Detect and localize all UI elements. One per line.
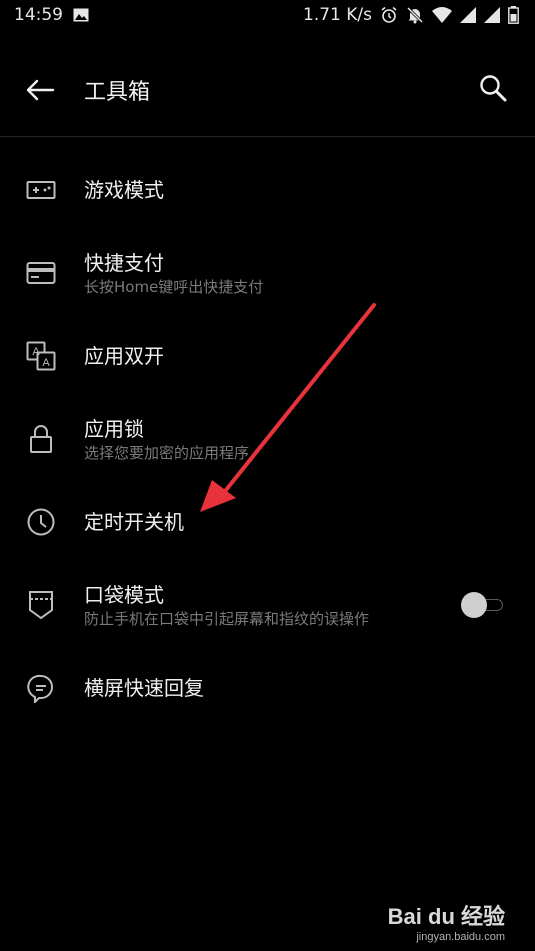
- wifi-icon: [432, 7, 452, 23]
- list-item-title: 应用双开: [84, 343, 164, 368]
- list-item-landscape-quick-reply[interactable]: 横屏快速回复: [0, 646, 535, 729]
- search-button[interactable]: [473, 70, 513, 110]
- clock-icon: [24, 505, 58, 539]
- list-item-title: 横屏快速回复: [84, 675, 204, 700]
- baidu-jingyan-watermark: Bai du 经验 jingyan.baidu.com: [388, 899, 505, 943]
- signal-icon: [460, 7, 476, 23]
- status-bar: 14:59 1.71 K/s: [0, 0, 535, 30]
- toolbox-list: 游戏模式 快捷支付 长按Home键呼出快捷支付 AA 应用双开 应用锁 选择您要…: [0, 148, 535, 729]
- list-item-scheduled-power[interactable]: 定时开关机: [0, 480, 535, 563]
- list-item-title: 快捷支付: [84, 250, 164, 275]
- signal-icon: [484, 7, 500, 23]
- list-item-pocket-mode[interactable]: 口袋模式 防止手机在口袋中引起屏幕和指纹的误操作: [0, 563, 535, 646]
- back-button[interactable]: [20, 72, 60, 112]
- list-item-title: 定时开关机: [84, 509, 184, 534]
- list-item-game-mode[interactable]: 游戏模式: [0, 148, 535, 231]
- page-title: 工具箱: [84, 80, 151, 105]
- status-time: 14:59: [14, 5, 63, 25]
- list-item-title: 应用锁: [84, 416, 144, 441]
- card-icon: [24, 256, 58, 290]
- list-item-subtitle: 选择您要加密的应用程序: [84, 443, 250, 462]
- toggle-thumb: [461, 591, 487, 618]
- mute-icon: [406, 6, 424, 24]
- pocket-icon: [24, 588, 58, 622]
- alarm-icon: [380, 6, 398, 24]
- translate-icon: AA: [24, 339, 58, 373]
- list-item-quick-pay[interactable]: 快捷支付 长按Home键呼出快捷支付: [0, 231, 535, 314]
- pocket-mode-toggle[interactable]: [461, 591, 503, 618]
- back-arrow-icon: [25, 79, 55, 105]
- svg-text:A: A: [32, 346, 40, 358]
- list-item-subtitle: 防止手机在口袋中引起屏幕和指纹的误操作: [84, 609, 370, 628]
- battery-icon: [508, 6, 519, 24]
- list-item-title: 口袋模式: [84, 582, 164, 607]
- lock-icon: [24, 422, 58, 456]
- list-item-dual-apps[interactable]: AA 应用双开: [0, 314, 535, 397]
- svg-text:A: A: [42, 357, 50, 369]
- watermark-logo: Bai du 经验: [387, 904, 505, 929]
- chat-bubble-icon: [24, 671, 58, 705]
- app-toolbar: 工具箱: [0, 44, 535, 137]
- list-item-app-lock[interactable]: 应用锁 选择您要加密的应用程序: [0, 397, 535, 480]
- list-item-title: 游戏模式: [84, 177, 164, 202]
- image-icon: [73, 8, 89, 22]
- list-item-subtitle: 长按Home键呼出快捷支付: [84, 277, 264, 296]
- gamepad-icon: [24, 173, 58, 207]
- net-speed: 1.71 K/s: [303, 5, 372, 25]
- watermark-url: jingyan.baidu.com: [416, 931, 505, 943]
- search-icon: [478, 73, 508, 107]
